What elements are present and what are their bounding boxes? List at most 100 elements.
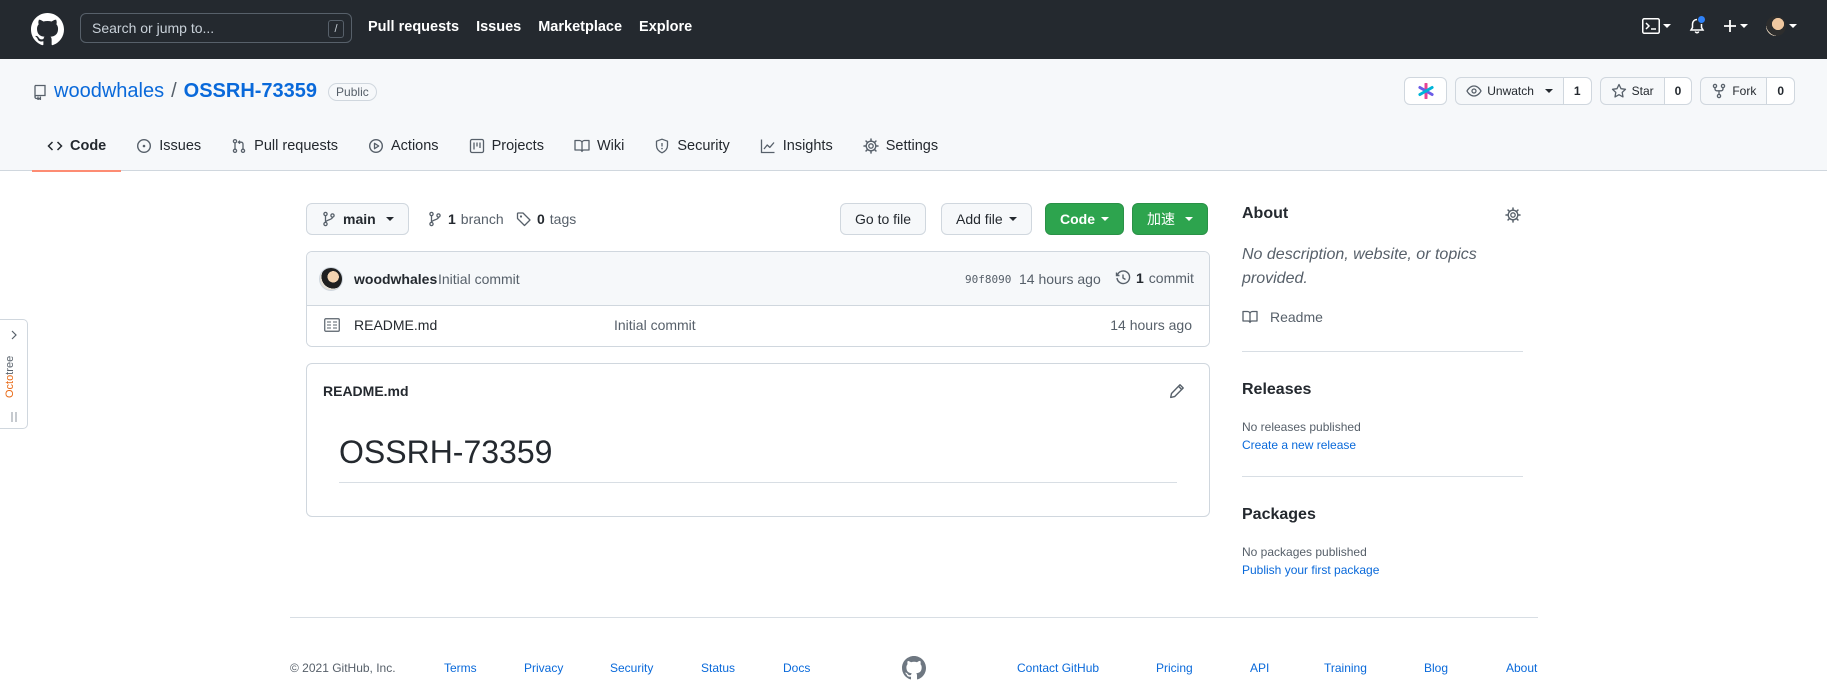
commit-count: 1 <box>1136 270 1144 286</box>
tab-label: Settings <box>885 137 939 154</box>
footer-link-security[interactable]: Security <box>610 661 653 675</box>
plus-icon <box>1724 20 1736 32</box>
tag-count: 0 <box>537 211 545 227</box>
nav-pull-requests[interactable]: Pull requests <box>368 19 459 35</box>
command-palette-button[interactable] <box>1642 18 1671 34</box>
branches-link[interactable]: 1 branch <box>427 211 504 227</box>
chevron-down-icon <box>385 217 394 221</box>
footer-link-blog[interactable]: Blog <box>1424 661 1448 675</box>
edit-readme-button[interactable] <box>1169 383 1185 399</box>
repo-icon <box>34 84 46 100</box>
footer-link-docs[interactable]: Docs <box>783 661 810 675</box>
history-icon <box>1115 270 1131 285</box>
footer-link-status[interactable]: Status <box>701 661 735 675</box>
nav-marketplace[interactable]: Marketplace <box>538 19 622 35</box>
chevron-down-icon <box>1789 24 1797 28</box>
gear-icon <box>1505 207 1521 223</box>
tags-link[interactable]: 0 tags <box>516 211 576 227</box>
fork-count[interactable]: 0 <box>1766 78 1794 104</box>
drag-handle-icon <box>11 412 17 422</box>
tab-actions[interactable]: Actions <box>353 120 454 171</box>
github-mark-icon[interactable] <box>902 656 926 680</box>
tab-issues[interactable]: Issues <box>121 120 216 171</box>
git-branch-icon <box>429 211 441 227</box>
commit-message-link[interactable]: Initial commit <box>438 271 520 287</box>
nav-issues[interactable]: Issues <box>476 19 521 35</box>
commit-history-link[interactable]: 1 commit <box>1115 270 1194 286</box>
code-download-button[interactable]: Code <box>1045 203 1124 235</box>
tab-label: Security <box>677 137 730 154</box>
commit-author-link[interactable]: woodwhales <box>354 271 437 287</box>
footer-link-about[interactable]: About <box>1506 661 1537 675</box>
go-to-file-button[interactable]: Go to file <box>840 203 927 235</box>
add-file-label: Add file <box>956 211 1003 227</box>
octotree-toggle[interactable]: Octotree <box>0 319 28 429</box>
watch-button[interactable]: Unwatch 1 <box>1455 77 1592 105</box>
create-release-link[interactable]: Create a new release <box>1242 438 1356 452</box>
visibility-badge: Public <box>328 82 377 101</box>
commit-sha-link[interactable]: 90f8090 <box>965 273 1011 286</box>
search-input[interactable] <box>81 14 351 42</box>
github-logo-icon[interactable] <box>31 13 64 46</box>
nav-explore[interactable]: Explore <box>639 19 692 35</box>
watch-count[interactable]: 1 <box>1562 78 1591 104</box>
create-new-button[interactable] <box>1723 19 1748 33</box>
repo-name-link[interactable]: OSSRH-73359 <box>184 80 317 103</box>
star-button[interactable]: Star 0 <box>1599 77 1693 105</box>
accelerate-button[interactable]: 加速 <box>1132 203 1208 235</box>
tab-security[interactable]: Security <box>639 120 744 171</box>
avatar <box>1766 16 1786 36</box>
footer-link-pricing[interactable]: Pricing <box>1156 661 1193 675</box>
releases-title[interactable]: Releases <box>1242 381 1311 399</box>
edit-about-button[interactable] <box>1505 207 1521 223</box>
branch-word: branch <box>460 211 504 227</box>
tab-projects[interactable]: Projects <box>454 120 559 171</box>
about-description: No description, website, or topics provi… <box>1242 246 1477 287</box>
file-icon <box>324 318 340 332</box>
file-commit-message-link[interactable]: Initial commit <box>614 317 696 333</box>
footer-link-privacy[interactable]: Privacy <box>524 661 563 675</box>
table-row: README.md Initial commit 14 hours ago <box>307 306 1209 346</box>
footer-link-terms[interactable]: Terms <box>444 661 477 675</box>
code-button-label: Code <box>1060 211 1095 227</box>
file-time: 14 hours ago <box>1110 317 1192 333</box>
packages-title[interactable]: Packages <box>1242 506 1316 524</box>
tab-wiki[interactable]: Wiki <box>559 120 639 171</box>
readme-heading: OSSRH-73359 <box>339 434 553 470</box>
branch-select-button[interactable]: main <box>306 203 409 235</box>
copyright: © 2021 GitHub, Inc. <box>290 661 396 675</box>
git-pull-request-icon <box>232 138 246 153</box>
sidebar-divider <box>1242 351 1523 352</box>
tab-label: Projects <box>491 137 544 154</box>
add-file-button[interactable]: Add file <box>941 203 1032 235</box>
repo-owner-link[interactable]: woodwhales <box>54 80 164 103</box>
star-count[interactable]: 0 <box>1663 78 1692 104</box>
graph-icon <box>760 139 775 153</box>
book-icon <box>574 139 590 152</box>
octotree-label-prefix: Octo <box>4 374 16 398</box>
latest-commit-row: woodwhales Initial commit 90f8090 14 hou… <box>307 252 1209 306</box>
notifications-button[interactable] <box>1689 14 1706 35</box>
file-name-link[interactable]: README.md <box>354 317 437 333</box>
heading-divider <box>339 482 1177 483</box>
footer-link-contact[interactable]: Contact GitHub <box>1017 661 1099 675</box>
footer-link-api[interactable]: API <box>1250 661 1269 675</box>
publish-package-link[interactable]: Publish your first package <box>1242 563 1379 577</box>
footer-link-training[interactable]: Training <box>1324 661 1367 675</box>
search-box: / <box>80 13 352 43</box>
repo-path-separator: / <box>171 80 177 102</box>
tab-insights[interactable]: Insights <box>745 120 848 171</box>
tab-pull-requests[interactable]: Pull requests <box>216 120 353 171</box>
readme-link[interactable]: Readme <box>1242 309 1323 325</box>
readme-link-label: Readme <box>1270 309 1323 325</box>
readme-panel: README.md OSSRH-73359 <box>306 363 1210 517</box>
readme-file-link[interactable]: README.md <box>323 383 409 399</box>
avatar[interactable] <box>319 267 343 291</box>
user-menu-button[interactable] <box>1766 16 1797 36</box>
fork-button[interactable]: Fork 0 <box>1700 77 1795 105</box>
tag-icon <box>516 212 531 227</box>
tab-code[interactable]: Code <box>32 120 122 172</box>
sponsor-extension-button[interactable] <box>1404 77 1448 105</box>
tab-settings[interactable]: Settings <box>848 120 953 171</box>
tab-label: Code <box>70 137 107 154</box>
